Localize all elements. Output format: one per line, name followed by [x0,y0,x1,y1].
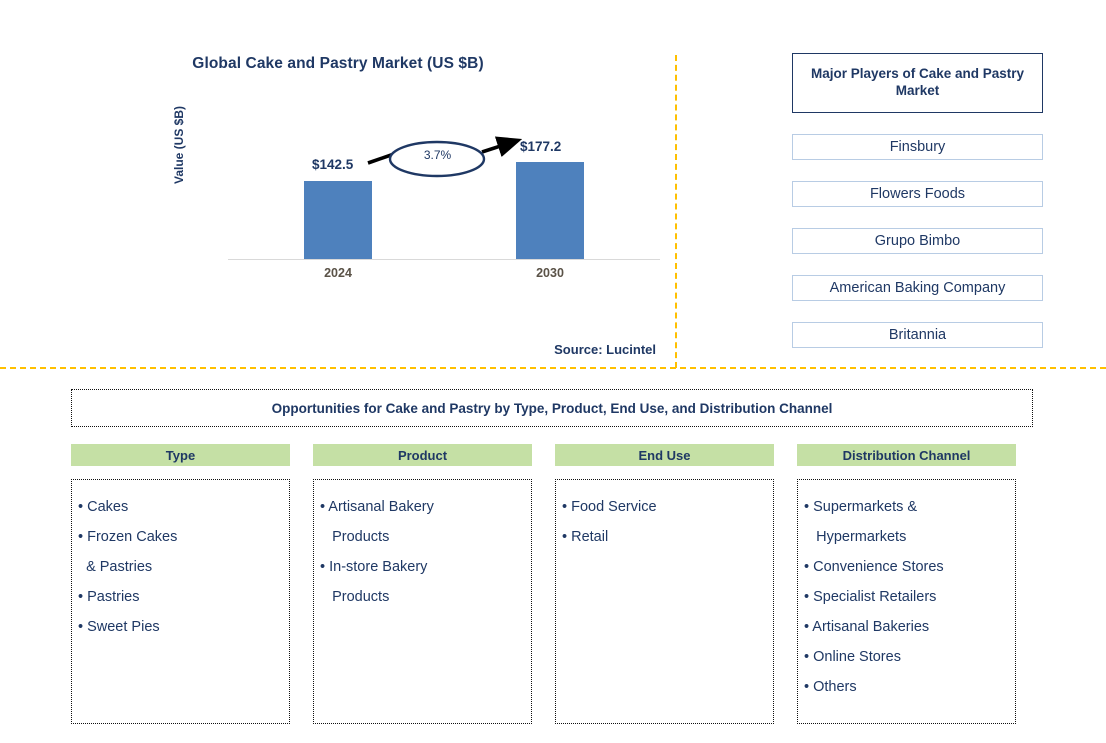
player-item[interactable]: Flowers Foods [792,181,1043,207]
player-item[interactable]: Grupo Bimbo [792,228,1043,254]
major-players-panel: Major Players of Cake and Pastry Market … [792,53,1043,348]
list-item: • Artisanal Bakery Products [320,499,434,545]
player-item[interactable]: American Baking Company [792,275,1043,301]
list-item: • Specialist Retailers [804,589,937,605]
bar-chart: Value (US $B) $142.5 $177.2 2024 2030 3.… [172,106,660,290]
chart-title: Global Cake and Pastry Market (US $B) [192,55,484,72]
source-label: Source: Lucintel [554,342,656,357]
column-body: • Supermarkets & Hypermarkets • Convenie… [797,479,1016,724]
list-item: • Sweet Pies [78,619,160,635]
list-item: • Others [804,679,857,695]
column-header: Type [71,444,290,466]
list-item: • Pastries [78,589,140,605]
player-item[interactable]: Finsbury [792,134,1043,160]
opportunities-columns: Type • Cakes • Frozen Cakes & Pastries •… [71,444,1033,724]
list-item: • Frozen Cakes & Pastries [78,529,178,575]
opportunity-column-distribution-channel: Distribution Channel • Supermarkets & Hy… [797,444,1016,724]
market-chart-panel: Global Cake and Pastry Market (US $B) Va… [0,0,676,368]
vertical-divider [675,55,677,368]
column-body: • Cakes • Frozen Cakes & Pastries • Past… [71,479,290,724]
player-item[interactable]: Britannia [792,322,1043,348]
column-header: End Use [555,444,774,466]
horizontal-divider [0,367,1106,369]
list-item: • Online Stores [804,649,901,665]
list-item: • Retail [562,529,609,545]
list-item: • Convenience Stores [804,559,944,575]
cagr-value: 3.7% [423,148,452,162]
y-axis-label: Value (US $B) [172,105,186,185]
list-item: • Artisanal Bakeries [804,619,930,635]
opportunity-column-product: Product • Artisanal Bakery Products • In… [313,444,532,724]
column-body: • Artisanal Bakery Products • In-store B… [313,479,532,724]
list-item: • Cakes [78,499,129,515]
opportunities-title: Opportunities for Cake and Pastry by Typ… [71,389,1033,427]
major-players-title: Major Players of Cake and Pastry Market [792,53,1043,113]
list-item: • Food Service [562,499,657,515]
opportunity-column-type: Type • Cakes • Frozen Cakes & Pastries •… [71,444,290,724]
column-body: • Food Service • Retail [555,479,774,724]
column-header: Product [313,444,532,466]
opportunity-column-end-use: End Use • Food Service • Retail [555,444,774,724]
list-item: • Supermarkets & Hypermarkets [804,499,918,545]
list-item: • In-store Bakery Products [320,559,428,605]
column-header: Distribution Channel [797,444,1016,466]
